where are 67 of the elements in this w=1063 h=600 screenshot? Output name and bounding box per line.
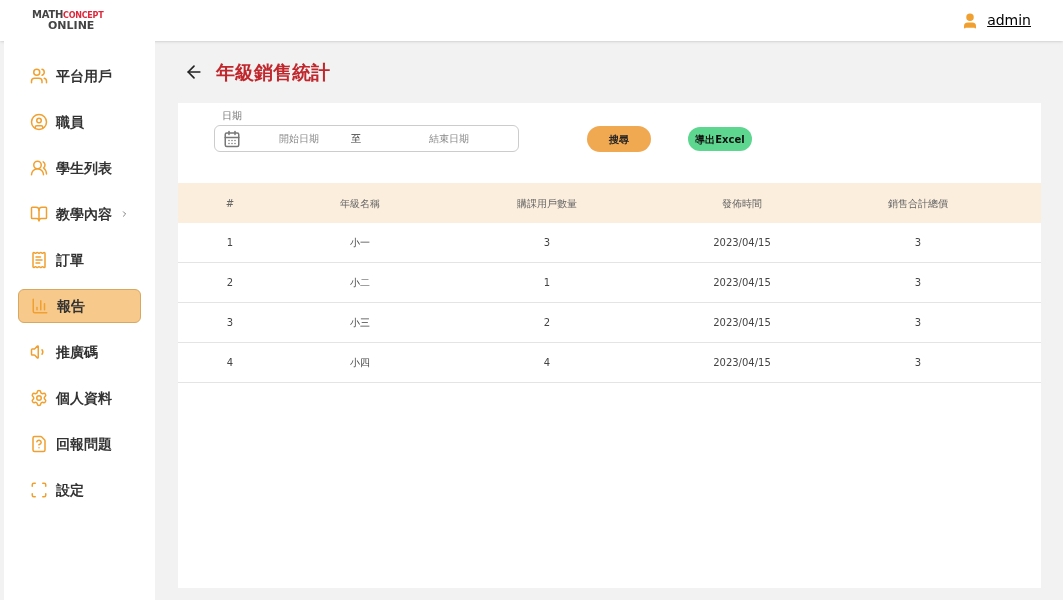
column-header: 購課用戶數量 bbox=[516, 196, 578, 211]
table-cell-text: 2 bbox=[542, 316, 552, 330]
sidebar-label: 職員 bbox=[56, 112, 84, 132]
sidebar-item[interactable]: 設定 bbox=[18, 473, 141, 507]
user-circle-icon bbox=[30, 113, 48, 131]
column-header: 發佈時間 bbox=[721, 196, 763, 211]
sidebar-label: 推廣碼 bbox=[56, 342, 98, 362]
table-cell-text: 3 bbox=[225, 316, 235, 330]
logo-text: ONLINE bbox=[48, 20, 96, 31]
table-cell-text: 小四 bbox=[349, 356, 371, 370]
table-cell-text: 3 bbox=[913, 236, 923, 250]
sidebar-item[interactable]: 訂單 bbox=[18, 243, 141, 277]
logo-text: CONCEPT bbox=[63, 11, 104, 20]
sidebar-label: 設定 bbox=[56, 480, 84, 500]
sidebar-item[interactable]: 回報問題 bbox=[18, 427, 141, 461]
table-cell-text: 4 bbox=[225, 356, 235, 370]
column-header: 銷售合計總價 bbox=[887, 196, 949, 211]
logo-text: MATH bbox=[32, 9, 64, 20]
book-icon bbox=[30, 205, 48, 223]
sidebar-label: 學生列表 bbox=[56, 158, 112, 178]
sidebar-item[interactable]: 推廣碼 bbox=[18, 335, 141, 369]
page-title: 年級銷售統計 bbox=[216, 59, 330, 85]
table-cell-text: 1 bbox=[542, 276, 552, 290]
gear-icon bbox=[30, 389, 48, 407]
column-header: 年級名稱 bbox=[339, 196, 381, 211]
bar-chart-icon bbox=[31, 297, 49, 315]
table-cell-text: 2023/04/15 bbox=[712, 316, 772, 330]
sidebar-label: 訂單 bbox=[56, 250, 84, 270]
table-cell-text: 小一 bbox=[349, 236, 371, 250]
sidebar-item[interactable]: 平台用戶 bbox=[18, 59, 141, 93]
table-cell-text: 4 bbox=[542, 356, 552, 370]
table-cell-text: 3 bbox=[913, 356, 923, 370]
sidebar-label: 教學內容 bbox=[56, 204, 112, 224]
column-header: # bbox=[224, 196, 236, 211]
sidebar-label: 個人資料 bbox=[56, 388, 112, 408]
table-cell-text: 小三 bbox=[349, 316, 371, 330]
sidebar-item[interactable]: 學生列表 bbox=[18, 151, 141, 185]
table-cell-text: 2 bbox=[225, 276, 235, 290]
sidebar-label: 回報問題 bbox=[56, 434, 112, 454]
table-cell-text: 2023/04/15 bbox=[712, 236, 772, 250]
sidebar-item[interactable]: 個人資料 bbox=[18, 381, 141, 415]
users-icon bbox=[30, 67, 48, 85]
table-cell-text: 小二 bbox=[349, 276, 371, 290]
user-link[interactable]: admin bbox=[987, 10, 1031, 31]
frame-icon bbox=[30, 481, 48, 499]
range-separator: 至 bbox=[351, 132, 361, 146]
table-cell-text: 2023/04/15 bbox=[712, 276, 772, 290]
table-cell-text: 3 bbox=[913, 276, 923, 290]
table-cell-text: 3 bbox=[542, 236, 552, 250]
start-date-placeholder: 開始日期 bbox=[279, 132, 319, 146]
table-cell-text: 2023/04/15 bbox=[712, 356, 772, 370]
search-button[interactable]: 搜尋 bbox=[587, 126, 651, 152]
sidebar-item[interactable]: 職員 bbox=[18, 105, 141, 139]
end-date-placeholder: 結束日期 bbox=[429, 132, 469, 146]
date-range-field[interactable]: 開始日期 至 結束日期 bbox=[214, 125, 519, 152]
calendar-icon bbox=[223, 129, 241, 148]
sidebar-item[interactable]: 教學內容 bbox=[18, 197, 141, 231]
note-icon bbox=[30, 435, 48, 453]
table-cell-text: 3 bbox=[913, 316, 923, 330]
table-cell-text: 1 bbox=[225, 236, 235, 250]
export-excel-button[interactable]: 導出Excel bbox=[688, 127, 752, 151]
sidebar-item[interactable]: 報告 bbox=[18, 289, 141, 323]
field-label: 日期 bbox=[222, 109, 243, 123]
people-icon bbox=[30, 159, 48, 177]
sidebar-label: 平台用戶 bbox=[56, 66, 112, 86]
receipt-icon bbox=[30, 251, 48, 269]
sidebar-label: 報告 bbox=[57, 296, 85, 316]
